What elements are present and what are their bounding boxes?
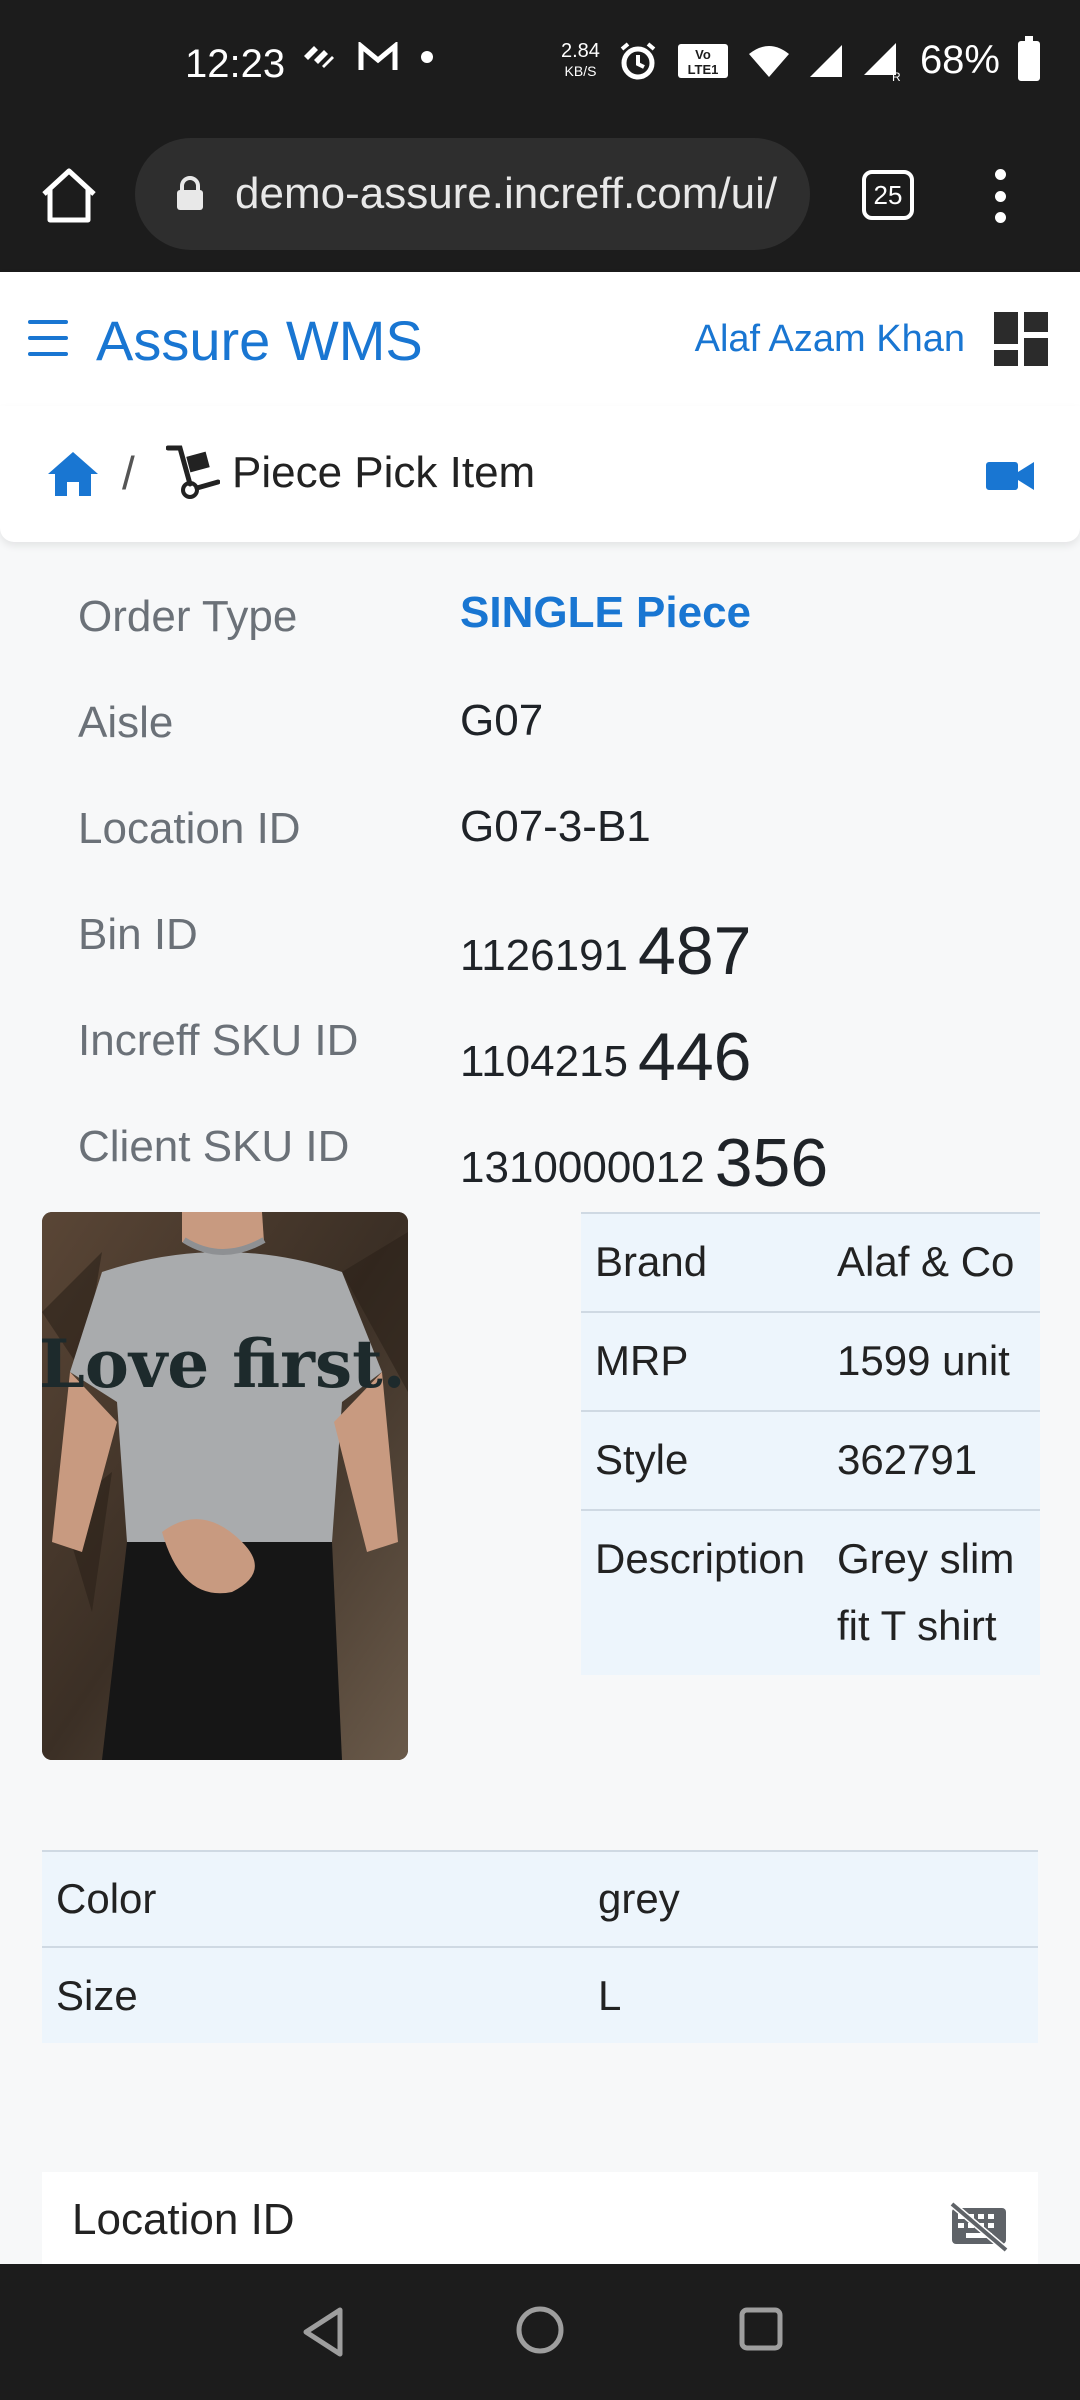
detail-row-order-type: Order Type SINGLE Piece <box>0 570 1080 676</box>
size-value: L <box>584 1946 1038 2043</box>
user-name-link[interactable]: Alaf Azam Khan <box>695 318 965 361</box>
color-key: Color <box>42 1850 584 1947</box>
back-icon[interactable] <box>300 2306 346 2358</box>
order-type-label: Order Type <box>78 592 298 641</box>
hamburger-menu-icon[interactable] <box>28 320 68 356</box>
brand-key: Brand <box>581 1212 833 1312</box>
svg-text:Vo: Vo <box>695 47 711 62</box>
shirt-print-text: Love first. <box>42 1325 406 1403</box>
wifi-icon <box>748 45 789 77</box>
location-id-field <box>42 2172 1038 2268</box>
client-sku-suffix: 356 <box>714 1125 829 1201</box>
net-speed: 2.84 KB/S <box>561 41 600 81</box>
bin-id-suffix: 487 <box>638 913 752 989</box>
color-size-table: Color grey Size L <box>42 1850 1038 2043</box>
description-value: Grey slim fit T shirt <box>833 1509 1040 1675</box>
volte-icon: VoLTE1 <box>677 43 728 78</box>
order-type-value: SINGLE Piece <box>460 588 752 637</box>
brand-value: Alaf & Co <box>833 1212 1040 1312</box>
detail-row-location-id: Location ID G07-3-B1 <box>0 782 1080 888</box>
dolly-icon <box>166 445 220 499</box>
breadcrumb-separator: / <box>122 447 135 499</box>
mrp-value: 1599 unit <box>833 1311 1040 1411</box>
browser-toolbar: demo-assure.increff.com/ui/ 25 <box>0 130 1080 272</box>
client-sku-label: Client SKU ID <box>78 1122 350 1171</box>
notification-icons <box>300 42 434 72</box>
browser-menu-icon[interactable] <box>985 165 1015 227</box>
bin-id-label: Bin ID <box>78 910 198 959</box>
signal-roaming-icon: R <box>863 42 901 81</box>
svg-text:R: R <box>892 70 901 81</box>
gmail-icon <box>358 42 398 70</box>
breadcrumb: / Piece Pick Item <box>0 406 1080 542</box>
status-time: 12:23 <box>185 42 286 86</box>
battery-icon <box>1018 35 1040 81</box>
bin-id-prefix: 1126191 <box>460 931 629 980</box>
svg-text:LTE1: LTE1 <box>688 62 719 77</box>
product-attributes-table: Brand Alaf & Co MRP 1599 unit Style 3627… <box>581 1212 1040 1675</box>
battery-percent: 68% <box>919 38 1000 82</box>
detail-row-client-sku: Client SKU ID 1310000012 356 <box>0 1100 1080 1206</box>
aisle-label: Aisle <box>78 698 174 747</box>
table-row: Brand Alaf & Co <box>581 1212 1040 1312</box>
net-speed-unit: KB/S <box>564 62 597 79</box>
table-row: Size L <box>42 1946 1038 2043</box>
lock-icon <box>177 176 203 210</box>
style-key: Style <box>581 1410 833 1510</box>
app-notification-icon <box>304 46 334 68</box>
dashboard-grid-icon[interactable] <box>994 312 1048 366</box>
color-value: grey <box>584 1850 1038 1947</box>
browser-home-icon[interactable] <box>38 164 100 226</box>
page-title: Piece Pick Item <box>232 448 536 497</box>
dot-icon <box>421 51 433 63</box>
nav-home-icon[interactable] <box>514 2304 566 2356</box>
home-icon[interactable] <box>46 450 100 498</box>
product-photo: Love first. <box>42 1212 408 1760</box>
table-row: MRP 1599 unit <box>581 1311 1040 1411</box>
mrp-key: MRP <box>581 1311 833 1411</box>
video-camera-icon[interactable] <box>986 460 1034 492</box>
url-bar[interactable]: demo-assure.increff.com/ui/ <box>135 138 810 250</box>
keyboard-off-icon[interactable] <box>948 2200 1010 2252</box>
net-speed-value: 2.84 <box>561 39 600 62</box>
increff-sku-value: 1104215 446 <box>460 1014 752 1095</box>
detail-row-bin-id: Bin ID 1126191 487 <box>0 888 1080 994</box>
app-title[interactable]: Assure WMS <box>96 308 423 373</box>
size-key: Size <box>42 1946 584 2043</box>
url-text: demo-assure.increff.com/ui/ <box>235 169 778 218</box>
table-row: Style 362791 <box>581 1410 1040 1510</box>
client-sku-value: 1310000012 356 <box>460 1120 829 1201</box>
increff-sku-prefix: 1104215 <box>460 1037 629 1086</box>
table-row: Description Grey slim fit T shirt <box>581 1509 1040 1675</box>
tab-switcher-button[interactable]: 25 <box>862 170 914 220</box>
recent-apps-icon[interactable] <box>738 2306 784 2352</box>
increff-sku-suffix: 446 <box>638 1019 752 1095</box>
signal-icon <box>809 44 842 77</box>
table-row: Color grey <box>42 1850 1038 1947</box>
app-header: Assure WMS Alaf Azam Khan <box>0 272 1080 406</box>
location-id-label: Location ID <box>78 804 301 853</box>
status-bar: 12:23 2.84 KB/S Vo LTE1 R 68% <box>0 0 1080 130</box>
system-nav-bar <box>0 2264 1080 2400</box>
aisle-value: G07 <box>460 696 544 745</box>
status-right: 2.84 KB/S Vo LTE1 R 68% <box>561 35 1040 83</box>
increff-sku-label: Increff SKU ID <box>78 1016 359 1065</box>
location-id-value: G07-3-B1 <box>460 802 651 851</box>
detail-row-increff-sku: Increff SKU ID 1104215 446 <box>0 994 1080 1100</box>
alarm-icon <box>620 41 656 79</box>
detail-row-aisle: Aisle G07 <box>0 676 1080 782</box>
description-key: Description <box>581 1509 833 1675</box>
client-sku-prefix: 1310000012 <box>460 1143 705 1192</box>
location-id-input[interactable] <box>42 2172 942 2268</box>
product-image: Love first. <box>42 1212 408 1760</box>
bin-id-value: 1126191 487 <box>460 908 752 989</box>
style-value: 362791 <box>833 1410 1040 1510</box>
